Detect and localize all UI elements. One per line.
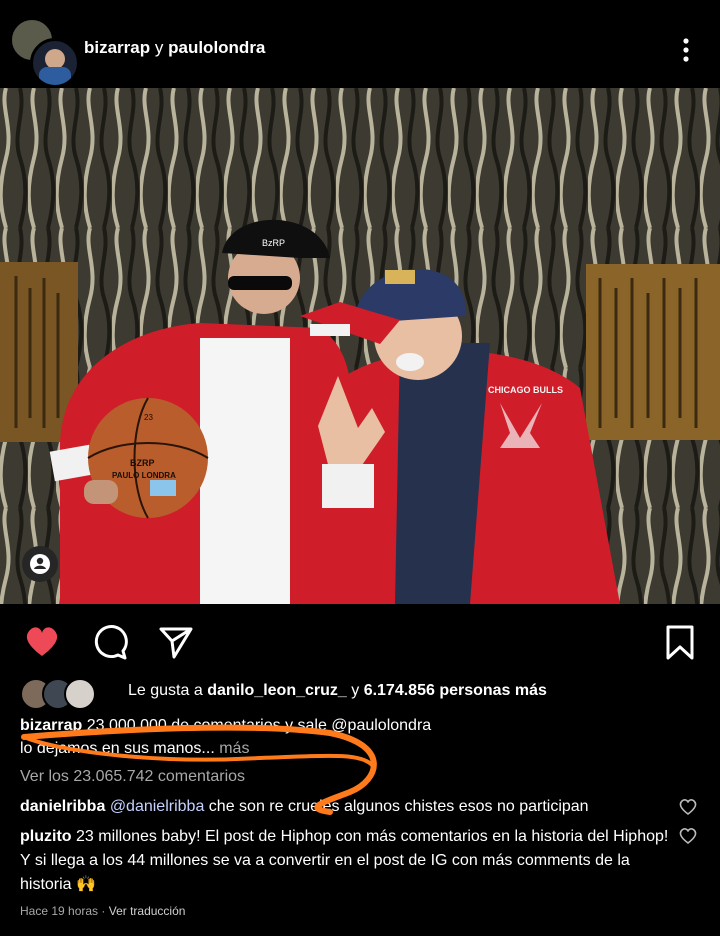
author-connector: y (154, 38, 164, 57)
post-time: Hace 19 horas (20, 904, 99, 918)
speech-bubble-icon[interactable] (90, 622, 130, 662)
comment-row: pluzito 23 millones baby! El post de Hip… (20, 825, 670, 897)
paper-plane-icon[interactable] (156, 622, 196, 662)
caption-line-2: lo dejamos en sus manos... (20, 740, 215, 757)
post-footer: Hace 19 horas · Ver traducción (20, 904, 185, 918)
comment-user[interactable]: danielribba (20, 798, 105, 815)
liker-avatar (64, 678, 96, 710)
likes-prefix: Le gusta a (128, 682, 203, 699)
action-bar (0, 612, 720, 668)
avatar-paulolondra[interactable] (30, 38, 80, 88)
post-authors[interactable]: bizarrap y paulolondra (84, 38, 265, 58)
combined-avatar[interactable] (10, 18, 80, 88)
comment-row: danielribba @danielribba che son re crue… (20, 795, 670, 819)
comment-text: 23 millones baby! El post de Hiphop con … (20, 828, 669, 893)
comment-user[interactable]: pluzito (20, 828, 72, 845)
caption-more[interactable]: más (219, 740, 249, 757)
view-all-comments[interactable]: Ver los 23.065.742 comentarios (20, 768, 245, 786)
post-image[interactable]: BzRP BZRP PAULO LONDRA 23 CHICAGO BULLS (0, 88, 720, 604)
comment-mention[interactable]: @danielribba (110, 798, 205, 815)
heart-outline-icon[interactable] (678, 797, 698, 817)
ball-text-2: PAULO LONDRA (112, 471, 176, 480)
likes-text: Le gusta a danilo_leon_cruz_ y 6.174.856… (128, 682, 547, 700)
footer-separator: · (101, 904, 106, 918)
likes-count[interactable]: 6.174.856 personas más (364, 682, 547, 699)
likes-user[interactable]: danilo_leon_cruz_ (207, 682, 347, 699)
caption-text: 23.000.000 de comentarios y sale @paulol… (86, 717, 432, 734)
translate-link[interactable]: Ver traducción (109, 904, 186, 918)
ball-number: 23 (144, 413, 153, 422)
person-icon[interactable] (22, 546, 58, 582)
photo-illustration: BzRP BZRP PAULO LONDRA 23 CHICAGO BULLS (0, 88, 720, 604)
comment-text: che son re crueles algunos chistes esos … (208, 798, 589, 815)
likes-row[interactable]: Le gusta a danilo_leon_cruz_ y 6.174.856… (20, 676, 720, 710)
post-header: bizarrap y paulolondra (0, 0, 720, 88)
jacket-text: CHICAGO BULLS (488, 385, 563, 395)
bookmark-icon[interactable] (660, 622, 700, 662)
caption: bizarrap 23.000.000 de comentarios y sal… (20, 714, 700, 760)
ball-text-1: BZRP (130, 458, 155, 468)
heart-filled-icon[interactable] (22, 622, 62, 662)
cap-logo-text: BzRP (262, 238, 285, 248)
vertical-dots-icon[interactable] (676, 36, 696, 64)
author-1[interactable]: bizarrap (84, 38, 150, 57)
likes-connector: y (351, 682, 360, 699)
author-2[interactable]: paulolondra (168, 38, 265, 57)
caption-user[interactable]: bizarrap (20, 717, 82, 734)
heart-outline-icon[interactable] (678, 826, 698, 846)
